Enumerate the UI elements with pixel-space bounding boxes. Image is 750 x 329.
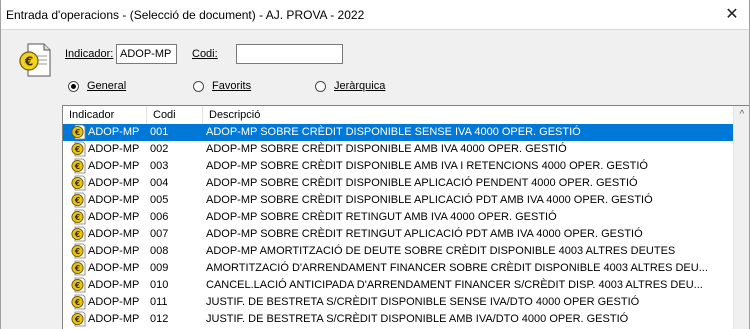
- radio-jerarquica[interactable]: Jeràrquica: [315, 80, 385, 92]
- svg-text:€: €: [74, 315, 80, 324]
- window-title: Entrada d'operacions - (Selecció de docu…: [6, 8, 365, 22]
- radio-favorits[interactable]: Favorits: [193, 80, 251, 92]
- cell-indicador: € ADOP-MP: [69, 192, 147, 209]
- table-row[interactable]: € ADOP-MP 001 ADOP-MP SOBRE CRÈDIT DISPONIB…: [63, 124, 733, 141]
- radio-button-icon: [315, 80, 326, 92]
- cell-descripcio: ADOP-MP AMORTITZACIÓ DE DEUTE SOBRE CRÈD…: [206, 245, 676, 257]
- indicador-label: Indicador:: [65, 48, 114, 60]
- svg-text:€: €: [74, 213, 80, 222]
- codi-label: Codi:: [192, 48, 218, 60]
- cell-indicador: € ADOP-MP: [69, 226, 147, 243]
- euro-coin-icon: €: [71, 277, 86, 293]
- cell-codi: 009: [150, 262, 169, 274]
- svg-text:€: €: [74, 162, 80, 171]
- indicador-input[interactable]: [116, 44, 177, 64]
- grid-header: Indicador Codi Descripció: [63, 106, 733, 125]
- column-header-codi[interactable]: Codi: [147, 106, 203, 124]
- document-grid[interactable]: Indicador Codi Descripció € ADOP-MP 001 ADO…: [62, 105, 750, 329]
- svg-text:€: €: [74, 281, 80, 290]
- cell-codi: 005: [150, 194, 169, 206]
- cell-indicador: € ADOP-MP: [69, 175, 147, 192]
- table-row[interactable]: € ADOP-MP 005 ADOP-MP SOBRE CRÈDIT DISPONIB…: [63, 192, 733, 209]
- cell-indicador: € ADOP-MP: [69, 124, 147, 141]
- cell-indicador: € ADOP-MP: [69, 294, 147, 311]
- vertical-scrollbar[interactable]: ^: [733, 106, 750, 329]
- cell-descripcio: JUSTIF. DE BESTRETA S/CRÈDIT DISPONIBLE …: [206, 296, 640, 308]
- cell-descripcio: CANCEL.LACIÓ ANTICIPADA D'ARRENDAMENT FI…: [206, 279, 703, 291]
- svg-text:€: €: [74, 196, 80, 205]
- cell-codi: 006: [150, 211, 169, 223]
- euro-coin-icon: €: [71, 192, 86, 208]
- grid-rows: € ADOP-MP 001 ADOP-MP SOBRE CRÈDIT DISPONIB…: [63, 124, 733, 328]
- table-row[interactable]: € ADOP-MP 012 JUSTIF. DE BESTRETA S/CRÈDIT …: [63, 311, 733, 328]
- cell-descripcio: ADOP-MP SOBRE CRÈDIT RETINGUT APLICACIÓ …: [206, 228, 643, 240]
- euro-document-icon: €: [19, 43, 51, 77]
- cell-codi: 011: [150, 296, 168, 308]
- cell-codi: 008: [150, 245, 169, 257]
- cell-descripcio: ADOP-MP SOBRE CRÈDIT RETINGUT AMB IVA 40…: [206, 211, 557, 223]
- cell-descripcio: JUSTIF. DE BESTRETA S/CRÈDIT DISPONIBLE …: [206, 313, 629, 325]
- radio-general[interactable]: General: [68, 80, 126, 92]
- cell-indicador: € ADOP-MP: [69, 277, 147, 294]
- svg-text:€: €: [74, 247, 80, 256]
- cell-descripcio: ADOP-MP SOBRE CRÈDIT DISPONIBLE APLICACI…: [206, 194, 653, 206]
- table-row[interactable]: € ADOP-MP 010 CANCEL.LACIÓ ANTICIPADA D'ARR…: [63, 277, 733, 294]
- svg-text:€: €: [74, 298, 80, 307]
- cell-descripcio: ADOP-MP SOBRE CRÈDIT DISPONIBLE AMB IVA …: [206, 143, 567, 155]
- table-row[interactable]: € ADOP-MP 008 ADOP-MP AMORTITZACIÓ DE DEUTE…: [63, 243, 733, 260]
- table-row[interactable]: € ADOP-MP 007 ADOP-MP SOBRE CRÈDIT RETINGUT…: [63, 226, 733, 243]
- cell-descripcio: AMORTITZACIÓ D'ARRENDAMENT FINANCER SOBR…: [206, 262, 708, 274]
- cell-codi: 004: [150, 177, 169, 189]
- euro-coin-icon: €: [71, 141, 86, 157]
- svg-text:€: €: [74, 128, 80, 137]
- svg-text:€: €: [74, 230, 80, 239]
- title-bar: Entrada d'operacions - (Selecció de docu…: [0, 0, 750, 30]
- close-icon[interactable]: ✕: [714, 0, 750, 30]
- table-row[interactable]: € ADOP-MP 009 AMORTITZACIÓ D'ARRENDAMENT FI…: [63, 260, 733, 277]
- euro-coin-icon: €: [71, 158, 86, 174]
- cell-codi: 002: [150, 143, 169, 155]
- table-row[interactable]: € ADOP-MP 006 ADOP-MP SOBRE CRÈDIT RETINGUT…: [63, 209, 733, 226]
- cell-indicador: € ADOP-MP: [69, 141, 147, 158]
- svg-text:€: €: [74, 145, 80, 154]
- cell-indicador: € ADOP-MP: [69, 311, 147, 328]
- euro-coin-icon: €: [71, 260, 86, 276]
- radio-button-icon: [68, 80, 79, 92]
- cell-descripcio: ADOP-MP SOBRE CRÈDIT DISPONIBLE APLICACI…: [206, 177, 638, 189]
- table-row[interactable]: € ADOP-MP 011 JUSTIF. DE BESTRETA S/CRÈDIT …: [63, 294, 733, 311]
- radio-button-icon: [193, 80, 204, 92]
- svg-text:€: €: [24, 55, 33, 69]
- euro-coin-icon: €: [71, 226, 86, 242]
- cell-indicador: € ADOP-MP: [69, 243, 147, 260]
- cell-codi: 010: [150, 279, 169, 291]
- radio-jerarquica-label: Jeràrquica: [334, 80, 386, 92]
- euro-coin-icon: €: [71, 175, 86, 191]
- euro-coin-icon: €: [71, 124, 86, 140]
- cell-codi: 007: [150, 228, 169, 240]
- cell-indicador: € ADOP-MP: [69, 209, 147, 226]
- cell-codi: 003: [150, 160, 169, 172]
- column-header-indicador[interactable]: Indicador: [63, 106, 147, 124]
- codi-input[interactable]: [236, 44, 343, 64]
- euro-coin-icon: €: [71, 294, 86, 310]
- scroll-up-icon[interactable]: ^: [734, 106, 750, 123]
- cell-indicador: € ADOP-MP: [69, 260, 147, 277]
- radio-favorits-label: Favorits: [212, 80, 252, 92]
- euro-coin-icon: €: [71, 311, 86, 327]
- table-row[interactable]: € ADOP-MP 002 ADOP-MP SOBRE CRÈDIT DISPONIB…: [63, 141, 733, 158]
- cell-descripcio: ADOP-MP SOBRE CRÈDIT DISPONIBLE AMB IVA …: [206, 160, 648, 172]
- cell-codi: 012: [150, 313, 169, 325]
- cell-indicador: € ADOP-MP: [69, 158, 147, 175]
- svg-text:€: €: [74, 264, 80, 273]
- radio-general-label: General: [87, 80, 127, 92]
- table-row[interactable]: € ADOP-MP 004 ADOP-MP SOBRE CRÈDIT DISPONIB…: [63, 175, 733, 192]
- cell-codi: 001: [150, 126, 169, 138]
- column-header-descripcio[interactable]: Descripció: [203, 106, 733, 124]
- euro-coin-icon: €: [71, 209, 86, 225]
- svg-text:€: €: [74, 179, 80, 188]
- cell-descripcio: ADOP-MP SOBRE CRÈDIT DISPONIBLE SENSE IV…: [206, 126, 581, 138]
- euro-coin-icon: €: [71, 243, 86, 259]
- table-row[interactable]: € ADOP-MP 003 ADOP-MP SOBRE CRÈDIT DISPONIB…: [63, 158, 733, 175]
